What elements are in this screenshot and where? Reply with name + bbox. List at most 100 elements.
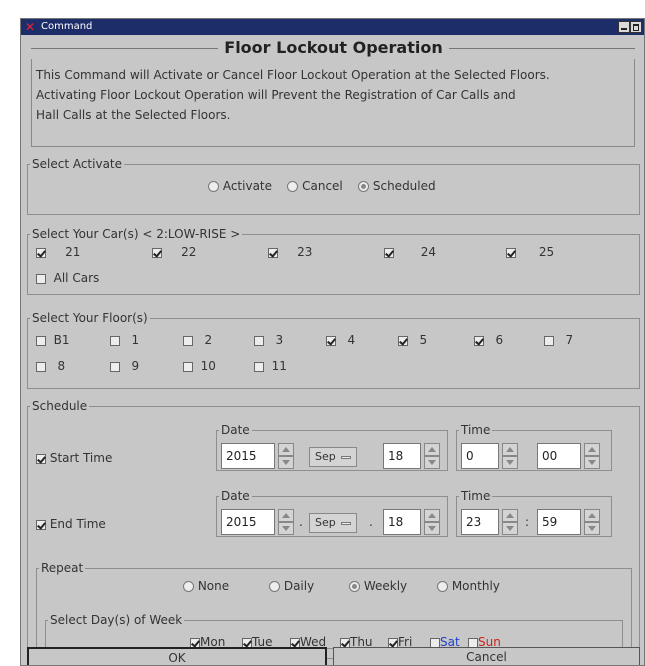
end-year-field[interactable]: 2015 [221, 509, 275, 535]
app-icon: ✕ [25, 20, 36, 34]
checkbox-icon [183, 335, 193, 346]
checkbox-icon [468, 637, 478, 648]
spin-up-icon[interactable] [584, 443, 600, 456]
checkbox-icon [36, 335, 46, 346]
floor-checkbox-7[interactable]: 7 [544, 333, 573, 347]
dropdown-icon [341, 456, 351, 459]
start-year-field[interactable]: 2015 [221, 443, 275, 469]
header: Floor Lockout Operation [21, 37, 644, 59]
end-hour-spinner[interactable]: 23 [461, 509, 518, 535]
spin-down-icon[interactable] [584, 522, 600, 535]
spin-down-icon[interactable] [584, 456, 600, 469]
floor-checkbox-10[interactable]: 10 [183, 359, 216, 373]
floor-checkbox-9[interactable]: 9 [110, 359, 139, 373]
all-cars-checkbox[interactable]: All Cars [36, 271, 99, 285]
days-legend: Select Day(s) of Week [50, 613, 183, 627]
spin-down-icon[interactable] [278, 522, 294, 535]
activate-radio[interactable]: Activate [208, 179, 272, 193]
floor-checkbox-11[interactable]: 11 [254, 359, 287, 373]
start-year-spinner[interactable]: 2015 [221, 443, 294, 469]
radio-icon [349, 581, 360, 592]
car-checkbox-21[interactable]: 21 [36, 245, 80, 259]
spin-up-icon[interactable] [584, 509, 600, 522]
car-checkbox-23[interactable]: 23 [268, 245, 312, 259]
floor-checkbox-4[interactable]: 4 [326, 333, 355, 347]
end-hour-field[interactable]: 23 [461, 509, 499, 535]
scheduled-radio[interactable]: Scheduled [358, 179, 436, 193]
spin-down-icon[interactable] [424, 522, 440, 535]
radio-icon [287, 181, 299, 192]
ok-button[interactable]: OK [27, 647, 327, 665]
spin-up-icon[interactable] [424, 443, 440, 456]
floor-checkbox-5[interactable]: 5 [398, 333, 427, 347]
title-bar: ✕ Command [21, 19, 644, 35]
end-month-select[interactable]: Sep [309, 513, 357, 533]
spin-down-icon[interactable] [502, 456, 518, 469]
end-minute-spinner[interactable]: 59 [537, 509, 600, 535]
checkbox-icon [110, 335, 120, 346]
spin-up-icon[interactable] [278, 443, 294, 456]
checkbox-icon [36, 273, 46, 284]
floor-checkbox-1[interactable]: 1 [110, 333, 139, 347]
cancel-button[interactable]: Cancel [333, 647, 640, 665]
checkbox-icon [506, 247, 516, 258]
start-time-checkbox[interactable]: Start Time [36, 451, 112, 465]
end-day-field[interactable]: 18 [383, 509, 421, 535]
radio-icon [208, 181, 219, 192]
start-minute-field[interactable]: 00 [537, 443, 581, 469]
spin-up-icon[interactable] [424, 509, 440, 522]
spin-down-icon[interactable] [502, 522, 518, 535]
spin-up-icon[interactable] [502, 509, 518, 522]
date-separator: . [369, 515, 373, 529]
start-hour-spinner[interactable]: 0 [461, 443, 518, 469]
checkbox-icon [36, 519, 46, 530]
spin-up-icon[interactable] [278, 509, 294, 522]
checkbox-icon [36, 453, 46, 464]
repeat-weekly-radio[interactable]: Weekly [349, 579, 407, 593]
spin-down-icon[interactable] [424, 456, 440, 469]
start-day-field[interactable]: 18 [383, 443, 421, 469]
description-line: This Command will Activate or Cancel Flo… [36, 68, 550, 82]
checkbox-icon [290, 637, 300, 648]
end-time-checkbox[interactable]: End Time [36, 517, 106, 531]
floor-checkbox-6[interactable]: 6 [474, 333, 503, 347]
checkbox-icon [268, 247, 278, 258]
floor-checkbox-3[interactable]: 3 [254, 333, 283, 347]
start-day-spinner[interactable]: 18 [383, 443, 440, 469]
checkbox-icon [474, 335, 484, 346]
description-line: Activating Floor Lockout Operation will … [36, 88, 516, 102]
radio-icon [183, 581, 194, 592]
activate-group: Select Activate Activate Cancel Schedule… [27, 157, 640, 215]
car-checkbox-22[interactable]: 22 [152, 245, 196, 259]
spin-down-icon[interactable] [278, 456, 294, 469]
floor-checkbox-8[interactable]: 8 [36, 359, 65, 373]
car-checkbox-25[interactable]: 25 [506, 245, 554, 259]
repeat-daily-radio[interactable]: Daily [269, 579, 314, 593]
end-minute-field[interactable]: 59 [537, 509, 581, 535]
activate-legend: Select Activate [32, 157, 123, 171]
date-legend: Date [221, 423, 250, 437]
car-checkbox-24[interactable]: 24 [384, 245, 436, 259]
start-minute-spinner[interactable]: 00 [537, 443, 600, 469]
time-separator: : [525, 515, 530, 529]
radio-icon [358, 181, 370, 192]
maximize-button[interactable] [630, 21, 642, 33]
spin-up-icon[interactable] [502, 443, 518, 456]
floor-checkbox-b1[interactable]: B1 [36, 333, 70, 347]
start-month-select[interactable]: Sep [309, 447, 357, 467]
checkbox-icon [152, 247, 162, 258]
end-day-spinner[interactable]: 18 [383, 509, 440, 535]
start-hour-field[interactable]: 0 [461, 443, 499, 469]
checkbox-icon [384, 247, 394, 258]
end-year-spinner[interactable]: 2015 [221, 509, 294, 535]
activate-options: Activate Cancel Scheduled [208, 179, 436, 193]
checkbox-icon [254, 361, 264, 372]
repeat-monthly-radio[interactable]: Monthly [437, 579, 500, 593]
floors-group: Select Your Floor(s) B1 1 2 3 4 5 6 7 8 … [27, 311, 640, 389]
minimize-button[interactable] [618, 21, 630, 33]
start-time-group: Time 0 00 [456, 423, 612, 471]
cancel-radio[interactable]: Cancel [287, 179, 343, 193]
repeat-none-radio[interactable]: None [183, 579, 229, 593]
checkbox-icon [254, 335, 264, 346]
floor-checkbox-2[interactable]: 2 [183, 333, 212, 347]
